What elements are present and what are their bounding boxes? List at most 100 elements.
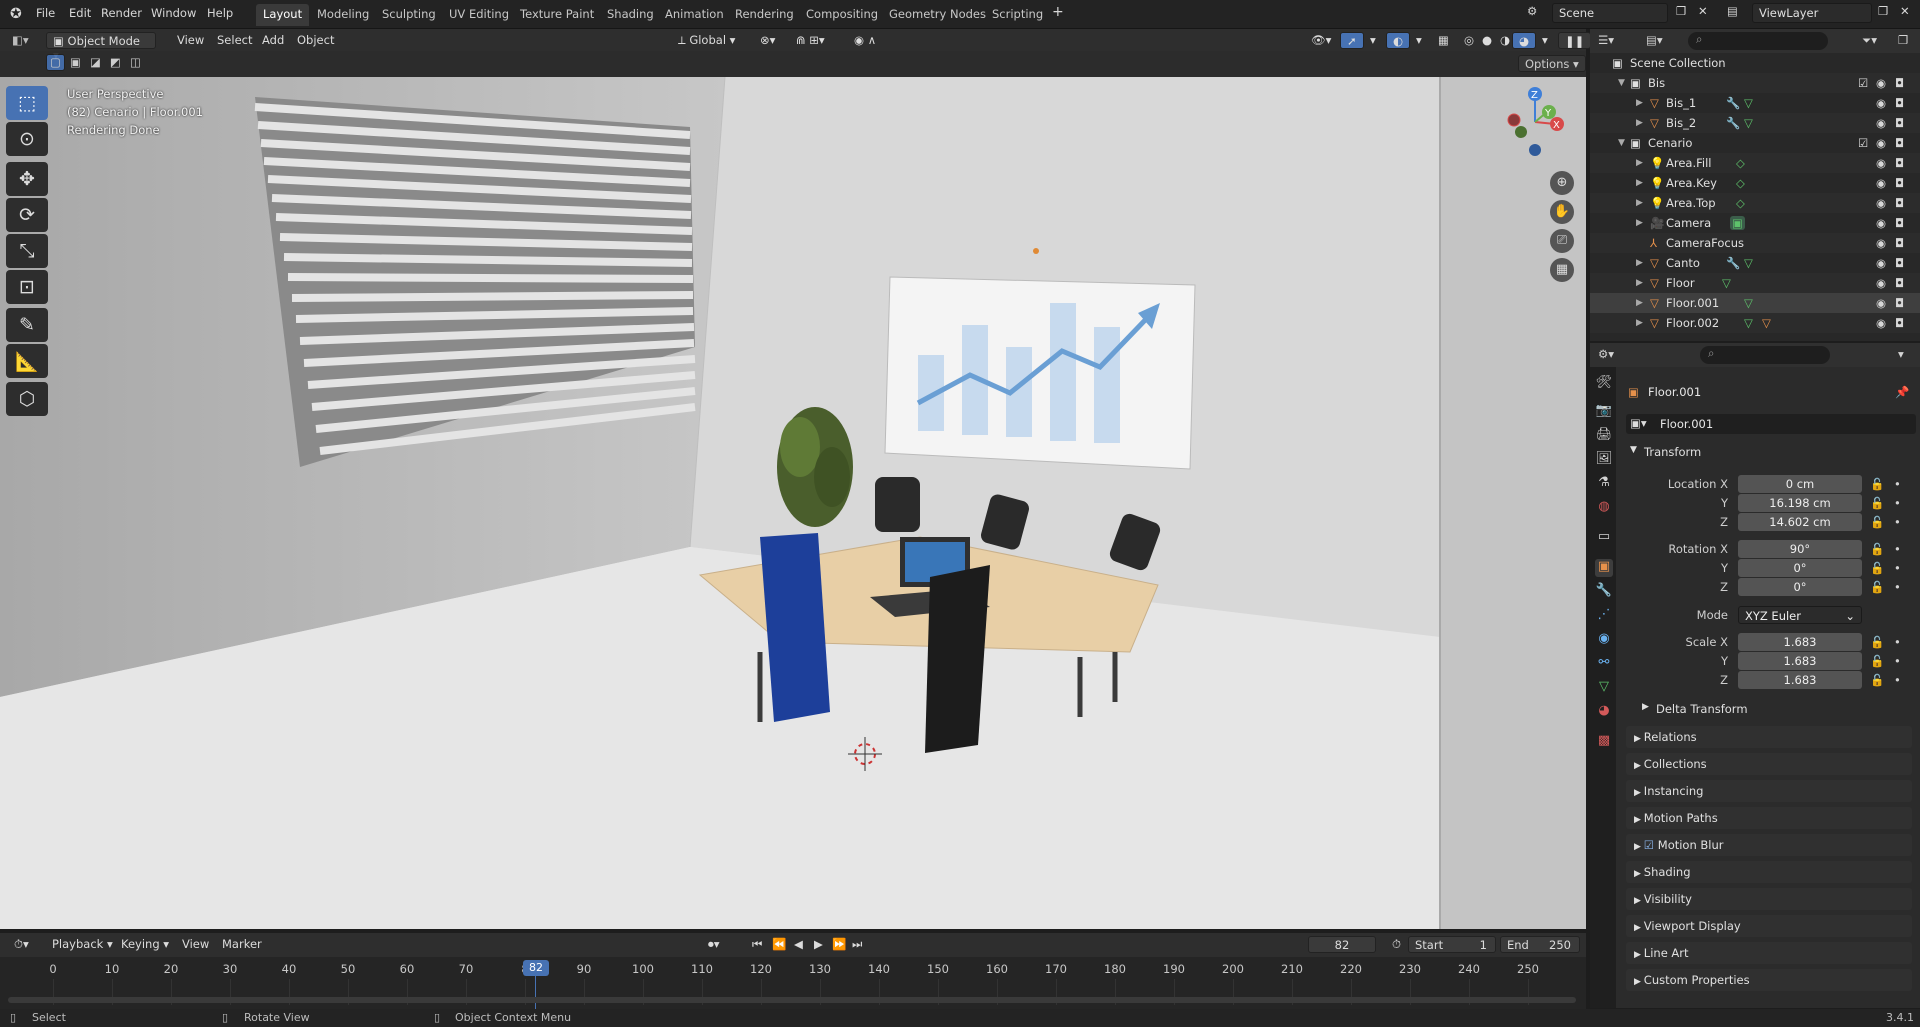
panel-line-art[interactable]: ▶ Line Art (1626, 942, 1912, 964)
select-new-icon[interactable]: ▢ (46, 54, 65, 71)
outliner-row[interactable]: ▶ 💡 Area.Top ◇ ◉ ◘ (1590, 193, 1920, 213)
camera-icon[interactable]: ◘ (1895, 176, 1904, 190)
new-scene-icon[interactable]: ❐ (1676, 4, 1686, 18)
tab-animation[interactable]: Animation (658, 4, 731, 26)
pivot-icon[interactable]: ⊗▾ (754, 32, 781, 49)
menu-keying[interactable]: Keying ▾ (115, 936, 175, 953)
transform-icon[interactable]: ⊡ (6, 270, 48, 304)
delete-scene-icon[interactable]: ✕ (1698, 4, 1708, 18)
outliner-row[interactable]: ▶ ▽ Bis_2 🔧 ▽ ◉ ◘ (1590, 113, 1920, 133)
menu-file[interactable]: File (36, 6, 55, 20)
new-collection-icon[interactable]: ❐ (1898, 33, 1908, 47)
3d-viewport[interactable]: User Perspective (82) Cenario | Floor.00… (0, 77, 1586, 929)
overlay-toggle-icon[interactable]: ◐ (1386, 32, 1411, 49)
output-tab-icon[interactable]: 🖨 (1595, 427, 1613, 445)
eye-icon[interactable]: ◉ (1876, 236, 1886, 250)
tool-tab-icon[interactable]: 🛠 (1595, 375, 1613, 393)
timeline-scrollbar[interactable] (8, 997, 1576, 1003)
object-browse-icon[interactable]: ▣▾ (1630, 416, 1647, 430)
menu-marker[interactable]: Marker (216, 936, 268, 953)
outliner-row[interactable]: ▶ 💡 Area.Key ◇ ◉ ◘ (1590, 173, 1920, 193)
add-workspace-icon[interactable]: + (1052, 4, 1064, 20)
expand-icon[interactable]: ▶ (1636, 98, 1643, 108)
playhead-frame-badge[interactable]: 82 (523, 960, 549, 976)
outliner-row[interactable]: ⅄ CameraFocus ◉ ◘ (1590, 233, 1920, 253)
eye-icon[interactable]: ◉ (1876, 76, 1886, 90)
tab-compositing[interactable]: Compositing (799, 4, 885, 26)
select-intersect-icon[interactable]: ◫ (124, 54, 147, 71)
camera-icon[interactable]: ◘ (1895, 116, 1904, 130)
panel-custom-properties[interactable]: ▶ Custom Properties (1626, 969, 1912, 991)
lock-icon[interactable]: 🔓 (1870, 654, 1884, 668)
expand-icon[interactable]: ▶ (1636, 258, 1643, 268)
properties-editor-icon[interactable]: ⚙▾ (1598, 347, 1614, 361)
pause-render-icon[interactable]: ❚❚ (1558, 32, 1592, 49)
collapse-icon[interactable]: ▼ (1618, 78, 1625, 88)
keyframe-dot-icon[interactable]: • (1894, 580, 1901, 594)
keyframe-dot-icon[interactable]: • (1894, 496, 1901, 510)
blender-logo-icon[interactable]: ✪ (10, 6, 22, 22)
panel-motion-paths[interactable]: ▶ Motion Paths (1626, 807, 1912, 829)
scale-z-field[interactable]: 1.683 (1738, 671, 1862, 689)
eye-icon[interactable]: ◉ (1876, 116, 1886, 130)
new-view-layer-icon[interactable]: ❐ (1878, 4, 1888, 18)
outliner-row[interactable]: ▼ ▣ Cenario ☑ ◉ ◘ (1590, 133, 1920, 153)
annotate-icon[interactable]: ✎ (6, 308, 48, 342)
panel-collections[interactable]: ▶ Collections (1626, 753, 1912, 775)
eye-icon[interactable]: ◉ (1876, 276, 1886, 290)
outliner-row[interactable]: ▶ ▽ Floor.002 ▽ ▽ ◉ ◘ (1590, 313, 1920, 333)
add-cube-icon[interactable]: ⬡ (6, 382, 48, 416)
camera-icon[interactable]: ◘ (1895, 196, 1904, 210)
expand-icon[interactable]: ▶ (1636, 178, 1643, 188)
play-reverse-icon[interactable]: ◀ (788, 936, 809, 953)
pin-icon[interactable]: 📌 (1895, 385, 1909, 399)
gizmo-toggle-icon[interactable]: ➚ (1340, 32, 1364, 49)
scene-selector[interactable]: Scene (1552, 3, 1668, 23)
lock-icon[interactable]: 🔓 (1870, 673, 1884, 687)
location-x-field[interactable]: 0 cm (1738, 475, 1862, 493)
camera-icon[interactable]: ◘ (1895, 316, 1904, 330)
tab-scripting[interactable]: Scripting (985, 4, 1050, 26)
scale-y-field[interactable]: 1.683 (1738, 652, 1862, 670)
tab-rendering[interactable]: Rendering (728, 4, 801, 26)
camera-icon[interactable]: ◘ (1895, 156, 1904, 170)
panel-motion-blur[interactable]: ▶ ☑ Motion Blur (1626, 834, 1912, 856)
proportional-edit-icon[interactable]: ◉ ∧ (848, 32, 882, 49)
rotation-z-field[interactable]: 0° (1738, 578, 1862, 596)
tab-uv-editing[interactable]: UV Editing (442, 4, 516, 26)
menu-view[interactable]: View (171, 32, 210, 49)
outliner-row-scene-collection[interactable]: ▣ Scene Collection (1590, 53, 1920, 73)
tab-shading[interactable]: Shading (600, 4, 661, 26)
outliner-row[interactable]: ▶ ▽ Floor ▽ ◉ ◘ (1590, 273, 1920, 293)
location-y-field[interactable]: 16.198 cm (1738, 494, 1862, 512)
delete-view-layer-icon[interactable]: ✕ (1900, 4, 1910, 18)
start-frame-field[interactable]: Start 1 (1408, 936, 1496, 953)
shading-dropdown-icon[interactable]: ▾ (1536, 32, 1554, 49)
tab-layout[interactable]: Layout (256, 4, 310, 26)
properties-search-input[interactable]: ⌕ (1700, 346, 1830, 364)
eye-icon[interactable]: ◉ (1876, 96, 1886, 110)
expand-icon[interactable]: ▶ (1636, 158, 1643, 168)
eye-icon[interactable]: ◉ (1876, 216, 1886, 230)
properties-options-icon[interactable]: ▾ (1898, 347, 1904, 361)
lock-icon[interactable]: 🔓 (1870, 561, 1884, 575)
render-tab-icon[interactable]: 📷 (1595, 403, 1613, 421)
view-layer-selector[interactable]: ViewLayer (1752, 3, 1872, 23)
motion-blur-checkbox-icon[interactable]: ☑ (1644, 838, 1658, 852)
timeline-area[interactable]: 0102030405060708901001101201301401501601… (0, 957, 1586, 1013)
eye-icon[interactable]: ◉ (1876, 176, 1886, 190)
current-frame-field[interactable]: 82 (1308, 936, 1376, 953)
keyframe-dot-icon[interactable]: • (1894, 515, 1901, 529)
rotation-x-field[interactable]: 90° (1738, 540, 1862, 558)
cursor-icon[interactable]: ⊙ (6, 122, 48, 156)
select-box-icon[interactable]: ⬚ (6, 86, 48, 120)
snap-icon[interactable]: ⋒ ⊞▾ (790, 32, 831, 49)
material-tab-icon[interactable]: ◕ (1595, 703, 1613, 721)
outliner-editor-icon[interactable]: ☰▾ (1598, 33, 1614, 47)
tab-texture-paint[interactable]: Texture Paint (513, 4, 601, 26)
xray-icon[interactable]: ▦ (1432, 32, 1455, 49)
lock-icon[interactable]: 🔓 (1870, 580, 1884, 594)
visibility-icon[interactable]: 👁▾ (1305, 32, 1337, 49)
pan-hand-icon[interactable]: ✋ (1550, 200, 1574, 224)
zoom-icon[interactable]: ⊕ (1550, 171, 1574, 195)
